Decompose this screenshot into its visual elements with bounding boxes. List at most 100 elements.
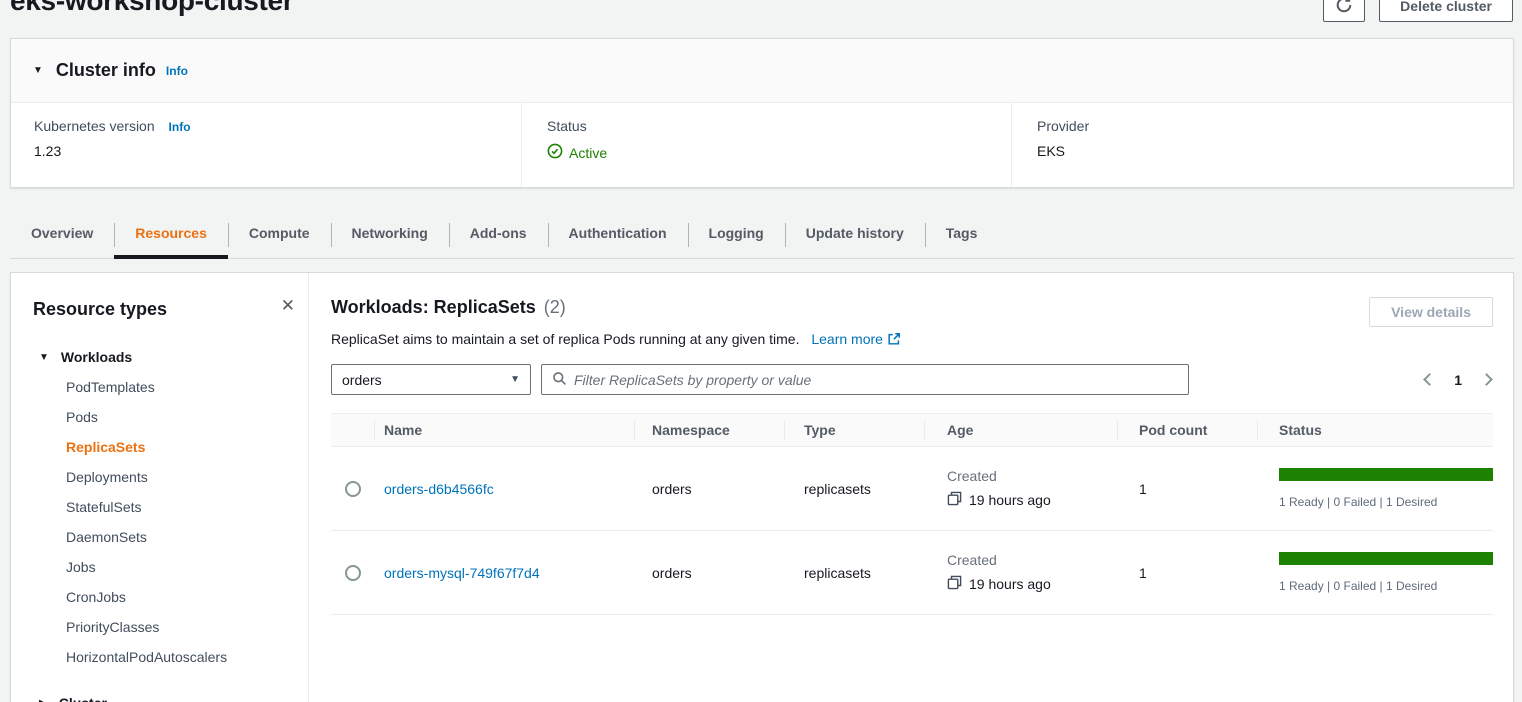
- status-badge: Active: [547, 143, 607, 162]
- replicaset-name-link[interactable]: orders-d6b4566fc: [384, 481, 494, 497]
- collapse-arrow-icon[interactable]: ▼: [33, 65, 43, 76]
- sidebar-item-priorityclasses[interactable]: PriorityClasses: [11, 612, 308, 642]
- cluster-info-panel: ▼ Cluster info Info Kubernetes version I…: [10, 38, 1514, 188]
- replicasets-table: Name Namespace Type Age Pod count Status…: [331, 413, 1493, 615]
- learn-more-link[interactable]: Learn more: [811, 331, 883, 347]
- age-value: 19 hours ago: [969, 492, 1051, 508]
- sidebar-item-horizontalpodautoscalers[interactable]: HorizontalPodAutoscalers: [11, 642, 308, 672]
- resource-types-tree: ▼ Workloads PodTemplates Pods ReplicaSet…: [11, 342, 308, 702]
- status-field: Status Active: [521, 103, 1011, 187]
- cluster-info-title: Cluster info: [56, 60, 156, 81]
- page-header: eks-workshop-cluster Delete cluster: [0, 0, 1522, 38]
- tab-authentication[interactable]: Authentication: [548, 210, 688, 258]
- column-header-age[interactable]: Age: [924, 414, 1117, 446]
- description-text: ReplicaSet aims to maintain a set of rep…: [331, 331, 799, 347]
- chevron-left-icon[interactable]: [1423, 373, 1436, 386]
- column-header-status[interactable]: Status: [1257, 414, 1493, 446]
- column-header-pod-count[interactable]: Pod count: [1117, 414, 1257, 446]
- sidebar-item-deployments[interactable]: Deployments: [11, 462, 308, 492]
- copy-icon[interactable]: [947, 575, 962, 593]
- sidebar-item-replicasets[interactable]: ReplicaSets: [11, 432, 308, 462]
- pagination: 1: [1425, 372, 1493, 388]
- table-row: orders-d6b4566fc orders replicasets Crea…: [331, 447, 1493, 531]
- type-cell: replicasets: [784, 481, 924, 497]
- age-created-label: Created: [947, 468, 1117, 484]
- sidebar-item-daemonsets[interactable]: DaemonSets: [11, 522, 308, 552]
- select-column-header: [331, 414, 374, 446]
- cluster-info-body: Kubernetes version Info 1.23 Status Acti…: [11, 103, 1513, 187]
- status-cell: 1 Ready | 0 Failed | 1 Desired: [1257, 468, 1493, 509]
- sidebar-group-cluster[interactable]: ▶ Cluster: [11, 688, 308, 702]
- tab-networking[interactable]: Networking: [331, 210, 449, 258]
- tab-overview[interactable]: Overview: [10, 210, 114, 258]
- namespace-cell: orders: [634, 565, 784, 581]
- namespace-cell: orders: [634, 481, 784, 497]
- row-select-radio[interactable]: [345, 565, 361, 581]
- provider-field: Provider EKS: [1011, 103, 1513, 187]
- cluster-tabs: Overview Resources Compute Networking Ad…: [10, 210, 1514, 259]
- table-row: orders-mysql-749f67f7d4 orders replicase…: [331, 531, 1493, 615]
- kubernetes-version-field: Kubernetes version Info 1.23: [11, 103, 521, 187]
- close-icon[interactable]: ✕: [281, 297, 295, 314]
- resource-types-sidebar: Resource types ✕ ▼ Workloads PodTemplate…: [11, 273, 309, 702]
- tab-compute[interactable]: Compute: [228, 210, 331, 258]
- content-count: (2): [544, 297, 566, 318]
- filter-scope-select[interactable]: orders ▼: [331, 364, 531, 395]
- check-circle-icon: [547, 143, 563, 162]
- search-input[interactable]: [574, 372, 1178, 388]
- provider-value: EKS: [1037, 143, 1513, 159]
- sidebar-item-podtemplates[interactable]: PodTemplates: [11, 372, 308, 402]
- tab-add-ons[interactable]: Add-ons: [449, 210, 548, 258]
- age-created-label: Created: [947, 552, 1117, 568]
- status-text: 1 Ready | 0 Failed | 1 Desired: [1279, 579, 1493, 593]
- page-title: eks-workshop-cluster: [10, 0, 293, 17]
- chevron-right-icon: ▶: [39, 698, 47, 702]
- filter-scope-value: orders: [342, 372, 382, 388]
- kubernetes-version-label: Kubernetes version Info: [34, 118, 521, 134]
- refresh-icon: [1335, 0, 1353, 17]
- status-cell: 1 Ready | 0 Failed | 1 Desired: [1257, 552, 1493, 593]
- sidebar-group-workloads[interactable]: ▼ Workloads: [11, 342, 308, 372]
- sidebar-item-statefulsets[interactable]: StatefulSets: [11, 492, 308, 522]
- sidebar-item-cronjobs[interactable]: CronJobs: [11, 582, 308, 612]
- tab-tags[interactable]: Tags: [925, 210, 999, 258]
- view-details-button[interactable]: View details: [1369, 297, 1493, 327]
- refresh-button[interactable]: [1323, 0, 1365, 22]
- kubernetes-version-value: 1.23: [34, 143, 521, 159]
- cluster-info-header[interactable]: ▼ Cluster info Info: [11, 39, 1513, 103]
- column-header-namespace[interactable]: Namespace: [634, 414, 784, 446]
- column-header-type[interactable]: Type: [784, 414, 924, 446]
- replicaset-name-link[interactable]: orders-mysql-749f67f7d4: [384, 565, 540, 581]
- tab-logging[interactable]: Logging: [688, 210, 785, 258]
- status-bar: [1279, 468, 1493, 481]
- status-label: Status: [547, 118, 1011, 134]
- description-row: ReplicaSet aims to maintain a set of rep…: [331, 331, 1493, 349]
- table-header-row: Name Namespace Type Age Pod count Status: [331, 413, 1493, 447]
- tab-update-history[interactable]: Update history: [785, 210, 925, 258]
- content-header: Workloads: ReplicaSets (2): [331, 297, 1493, 318]
- row-select-radio[interactable]: [345, 481, 361, 497]
- column-header-name[interactable]: Name: [374, 414, 634, 446]
- sidebar-item-pods[interactable]: Pods: [11, 402, 308, 432]
- replicasets-content: Workloads: ReplicaSets (2) View details …: [309, 273, 1513, 702]
- header-actions: Delete cluster: [1323, 0, 1513, 22]
- chevron-right-icon[interactable]: [1480, 373, 1493, 386]
- pod-count-cell: 1: [1117, 565, 1257, 581]
- copy-icon[interactable]: [947, 491, 962, 509]
- chevron-down-icon: ▼: [39, 352, 49, 363]
- status-text: 1 Ready | 0 Failed | 1 Desired: [1279, 495, 1493, 509]
- tab-resources[interactable]: Resources: [114, 210, 228, 258]
- kubernetes-version-info-link[interactable]: Info: [169, 120, 191, 134]
- delete-cluster-button[interactable]: Delete cluster: [1379, 0, 1513, 22]
- content-title: Workloads: ReplicaSets: [331, 297, 536, 318]
- search-icon: [552, 371, 567, 389]
- provider-label: Provider: [1037, 118, 1513, 134]
- external-link-icon: [887, 333, 901, 349]
- pagination-current-page[interactable]: 1: [1454, 372, 1462, 388]
- cluster-info-info-link[interactable]: Info: [166, 64, 188, 78]
- age-cell: Created 19 hours ago: [924, 468, 1117, 509]
- resources-panel: Resource types ✕ ▼ Workloads PodTemplate…: [10, 272, 1514, 702]
- sidebar-item-jobs[interactable]: Jobs: [11, 552, 308, 582]
- type-cell: replicasets: [784, 565, 924, 581]
- dropdown-caret-icon: ▼: [510, 374, 520, 385]
